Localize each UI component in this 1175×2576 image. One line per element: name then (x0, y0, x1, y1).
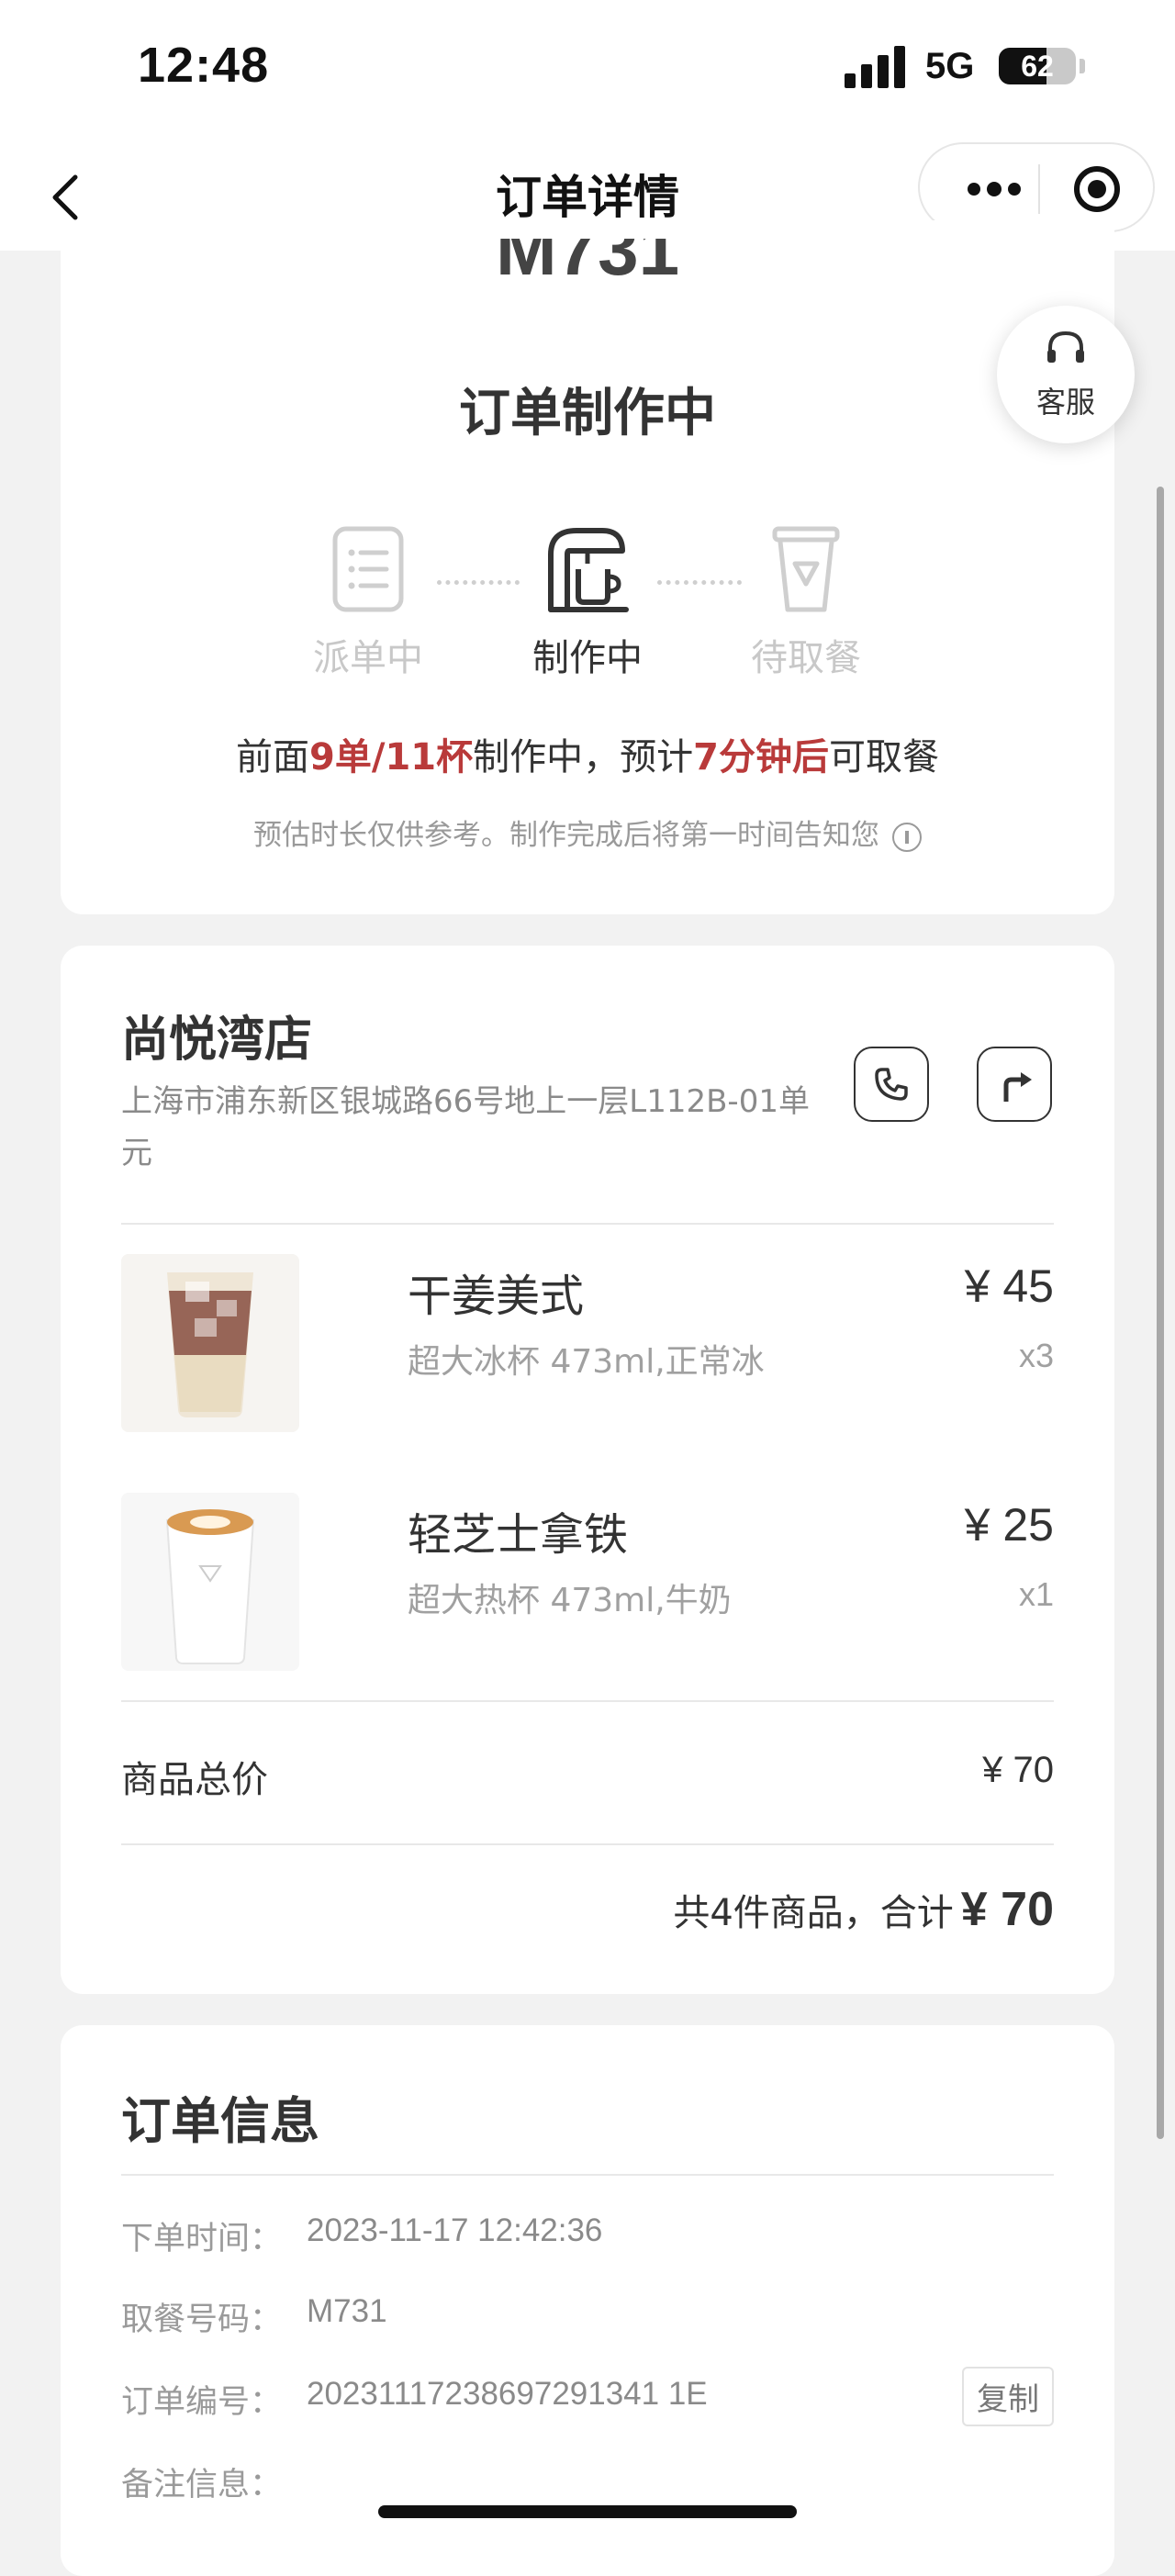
more-options-button[interactable] (957, 172, 1030, 205)
hot-latte-image (121, 1493, 299, 1671)
eta-time: 7分钟后 (693, 736, 829, 778)
home-indicator (378, 2505, 797, 2518)
divider (121, 1700, 1054, 1702)
order-number-row: 订单编号： 20231117238697291341 1E 复制 (121, 2367, 1054, 2431)
mini-program-capsule (918, 142, 1155, 232)
call-store-button[interactable] (854, 1047, 929, 1122)
battery-icon: 62 (999, 48, 1076, 84)
divider (121, 2174, 1054, 2176)
cellular-signal-icon (845, 44, 909, 88)
item-spec: 超大冰杯 473ml,正常冰 (408, 1343, 765, 1381)
order-status-card: M731 订单制作中 派单中 制作中 待取餐 前面9单/11杯制作中，预计7分钟… (61, 220, 1114, 914)
status-time: 12:48 (138, 38, 270, 93)
item-quantity: x3 (1018, 1337, 1054, 1374)
store-address: 上海市浦东新区银城路66号地上一层L112B-01单元 (121, 1083, 810, 1171)
row-label: 备注信息： (121, 2467, 283, 2503)
order-info-title: 订单信息 (121, 2092, 319, 2150)
battery-tip (1080, 59, 1085, 73)
eta-queue: 9单/11杯 (309, 736, 474, 778)
pickup-code: M731 (495, 208, 680, 290)
divider (121, 1843, 1054, 1845)
order-info-card: 订单信息 下单时间： 2023-11-17 12:42:36 取餐号码： M73… (61, 2025, 1114, 2576)
total-prefix: 共4件商品，合计 (673, 1892, 954, 1934)
iced-americano-image (121, 1254, 299, 1432)
coffee-machine-icon (542, 523, 633, 615)
eta-suffix: 可取餐 (828, 736, 939, 778)
step-label: 制作中 (532, 637, 643, 679)
row-value: 20231117238697291341 1E (307, 2376, 708, 2412)
copy-order-number-button[interactable]: 复制 (962, 2367, 1054, 2426)
item-spec: 超大热杯 473ml,牛奶 (408, 1582, 732, 1619)
order-item[interactable]: 干姜美式 超大冰杯 473ml,正常冰 ¥ 45 x3 (121, 1254, 1054, 1438)
capsule-divider (1038, 164, 1040, 214)
row-label: 订单编号： (121, 2384, 283, 2421)
step-making: 制作中 (496, 523, 679, 681)
item-price: ¥ 25 (964, 1499, 1054, 1551)
step-dispatching: 派单中 (276, 523, 460, 681)
eta-note-text: 预估时长仅供参考。制作完成后将第一时间告知您 (253, 819, 879, 852)
navigate-store-button[interactable] (977, 1047, 1052, 1122)
item-name: 干姜美式 (408, 1271, 585, 1322)
eta-note: 预估时长仅供参考。制作完成后将第一时间告知您 (61, 812, 1114, 853)
row-label: 取餐号码： (121, 2302, 283, 2338)
customer-service-button[interactable]: 客服 (997, 306, 1135, 443)
total-amount: ¥ 70 (960, 1883, 1054, 1936)
eta-middle: 制作中，预计 (473, 736, 694, 778)
step-label: 派单中 (313, 637, 423, 679)
store-items-card: 尚悦湾店 上海市浦东新区银城路66号地上一层L112B-01单元 干姜美式 超大… (61, 946, 1114, 1994)
subtotal-value: ¥ 70 (982, 1750, 1054, 1790)
pickup-number-row: 取餐号码： M731 (121, 2293, 1054, 2348)
clipboard-list-icon (322, 523, 414, 615)
row-value: M731 (307, 2293, 387, 2329)
step-label: 待取餐 (751, 637, 861, 679)
close-mini-program-button[interactable] (1074, 166, 1120, 212)
battery-level: 62 (1021, 50, 1054, 83)
step-awaiting-pickup: 待取餐 (714, 523, 898, 681)
phone-icon (875, 1068, 908, 1101)
item-price: ¥ 45 (964, 1260, 1054, 1312)
divider (121, 1223, 1054, 1225)
order-status-title: 订单制作中 (459, 384, 716, 443)
order-item[interactable]: 轻芝士拿铁 超大热杯 473ml,牛奶 ¥ 25 x1 (121, 1493, 1054, 1676)
row-label: 下单时间： (121, 2221, 283, 2257)
order-time-row: 下单时间： 2023-11-17 12:42:36 (121, 2212, 1054, 2268)
eta-text: 前面9单/11杯制作中，预计7分钟后可取餐 (61, 727, 1114, 780)
subtotal-label: 商品总价 (121, 1759, 268, 1801)
info-icon[interactable] (892, 822, 922, 852)
customer-service-label: 客服 (1035, 385, 1095, 420)
scrollbar[interactable] (1157, 487, 1164, 2139)
headset-icon (1047, 330, 1084, 363)
item-quantity: x1 (1018, 1575, 1054, 1613)
pickup-cup-icon (760, 523, 852, 615)
status-bar: 12:48 5G 62 (0, 0, 1175, 142)
store-name: 尚悦湾店 (121, 1013, 313, 1068)
order-total: 共4件商品，合计 ¥ 70 (673, 1882, 1054, 1937)
eta-prefix: 前面 (236, 736, 310, 778)
navigation-arrow-icon (1003, 1072, 1032, 1102)
item-name: 轻芝士拿铁 (408, 1509, 629, 1561)
network-type: 5G (925, 46, 975, 86)
row-value: 2023-11-17 12:42:36 (307, 2212, 603, 2248)
